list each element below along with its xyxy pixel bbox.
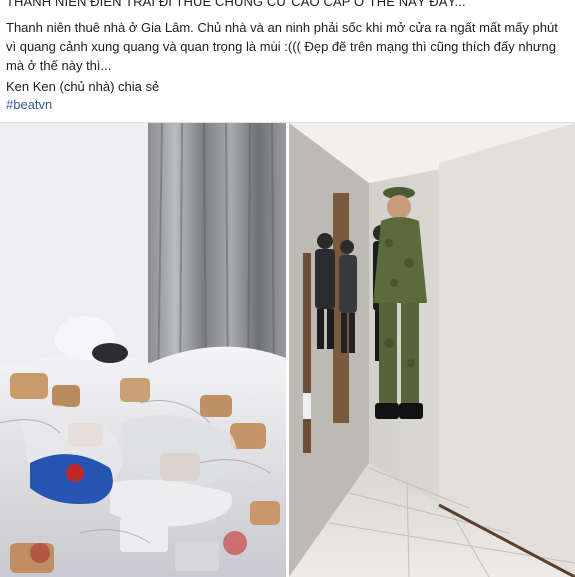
post-headline: THANH NIÊN ĐIỂN TRAI ĐI THUÊ CHUNG CƯ CA…: [6, 0, 466, 9]
post-body-text: Thanh niên thuê nhà ở Gia Lâm. Chủ nhà v…: [6, 20, 558, 73]
hallway-illustration: [289, 123, 575, 577]
hallway-photo[interactable]: [289, 123, 575, 577]
messy-room-illustration: [0, 123, 286, 577]
hashtag-link[interactable]: #beatvn: [6, 97, 52, 112]
photo-grid: [0, 122, 575, 577]
post-credit: Ken Ken (chủ nhà) chia sẻ: [6, 79, 160, 94]
messy-room-photo[interactable]: [0, 123, 286, 577]
facebook-post: THANH NIÊN ĐIỂN TRAI ĐI THUÊ CHUNG CƯ CA…: [0, 0, 575, 577]
